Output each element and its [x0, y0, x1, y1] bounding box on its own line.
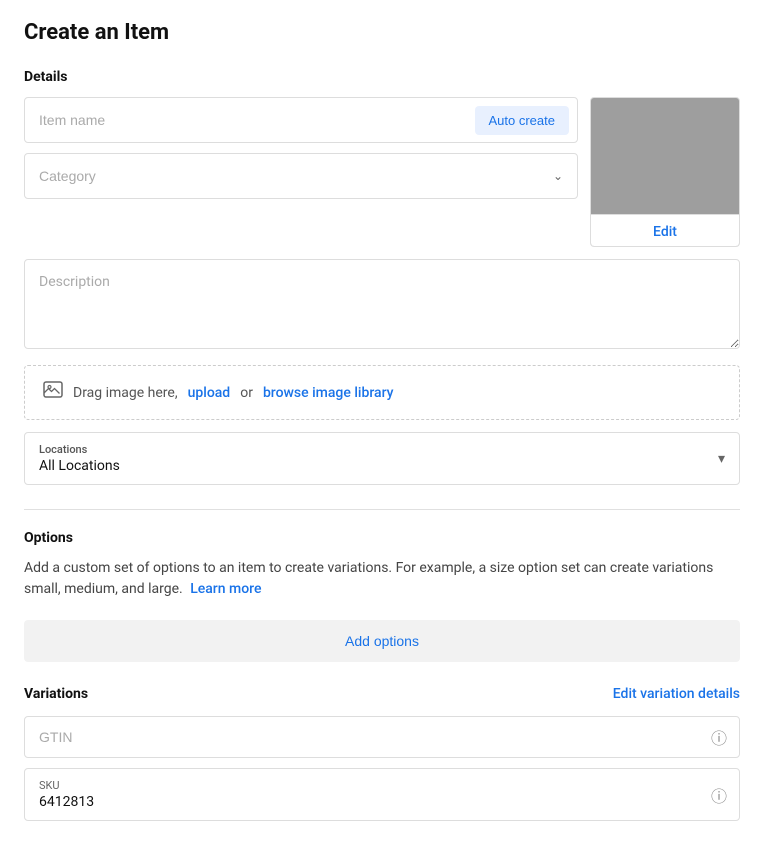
gtin-field-wrapper: ⓘ	[24, 716, 740, 758]
gtin-input[interactable]	[25, 717, 711, 757]
sku-value: 6412813	[39, 794, 697, 810]
image-icon	[43, 380, 63, 405]
page-title: Create an Item	[24, 20, 740, 45]
item-name-input[interactable]	[25, 98, 475, 142]
sku-info-icon[interactable]: ⓘ	[711, 783, 727, 807]
variations-title: Variations	[24, 686, 88, 702]
locations-dropdown[interactable]: Locations All Locations ▾	[24, 432, 740, 485]
details-section: Details Auto create Category ⌄ Edit	[24, 69, 740, 510]
sku-field-wrapper: SKU 6412813 ⓘ	[24, 768, 740, 821]
variations-header: Variations Edit variation details	[24, 686, 740, 702]
drag-image-or: or	[240, 385, 253, 401]
locations-chevron-icon: ▾	[718, 451, 725, 467]
locations-content: Locations All Locations	[39, 443, 120, 474]
drag-image-text: Drag image here,	[73, 385, 178, 401]
item-image-box: Edit	[590, 97, 740, 247]
auto-create-button[interactable]: Auto create	[475, 106, 570, 135]
sku-field: SKU 6412813	[25, 769, 711, 820]
item-name-wrapper: Auto create	[24, 97, 578, 143]
image-edit-bar: Edit	[591, 214, 739, 246]
details-grid: Auto create Category ⌄ Edit	[24, 97, 740, 247]
description-textarea[interactable]	[24, 259, 740, 349]
locations-label: Locations	[39, 443, 120, 456]
sku-label: SKU	[39, 779, 697, 792]
options-description: Add a custom set of options to an item t…	[24, 558, 740, 600]
browse-image-library-link[interactable]: browse image library	[263, 385, 394, 401]
category-select[interactable]: Category	[25, 154, 553, 198]
details-section-label: Details	[24, 69, 740, 85]
drag-image-zone[interactable]: Drag image here, upload or browse image …	[24, 365, 740, 420]
details-left: Auto create Category ⌄	[24, 97, 578, 247]
divider	[24, 509, 740, 510]
options-section-label: Options	[24, 530, 740, 546]
edit-variation-link[interactable]: Edit variation details	[613, 686, 740, 702]
add-options-button[interactable]: Add options	[24, 620, 740, 662]
locations-value: All Locations	[39, 458, 120, 474]
image-edit-link[interactable]: Edit	[653, 224, 677, 240]
variations-section: Variations Edit variation details ⓘ SKU …	[24, 686, 740, 821]
chevron-down-icon: ⌄	[553, 169, 563, 183]
gtin-info-icon[interactable]: ⓘ	[711, 725, 727, 749]
upload-link[interactable]: upload	[188, 385, 231, 401]
options-section: Options Add a custom set of options to a…	[24, 530, 740, 600]
learn-more-link[interactable]: Learn more	[190, 581, 261, 597]
category-wrapper[interactable]: Category ⌄	[24, 153, 578, 199]
